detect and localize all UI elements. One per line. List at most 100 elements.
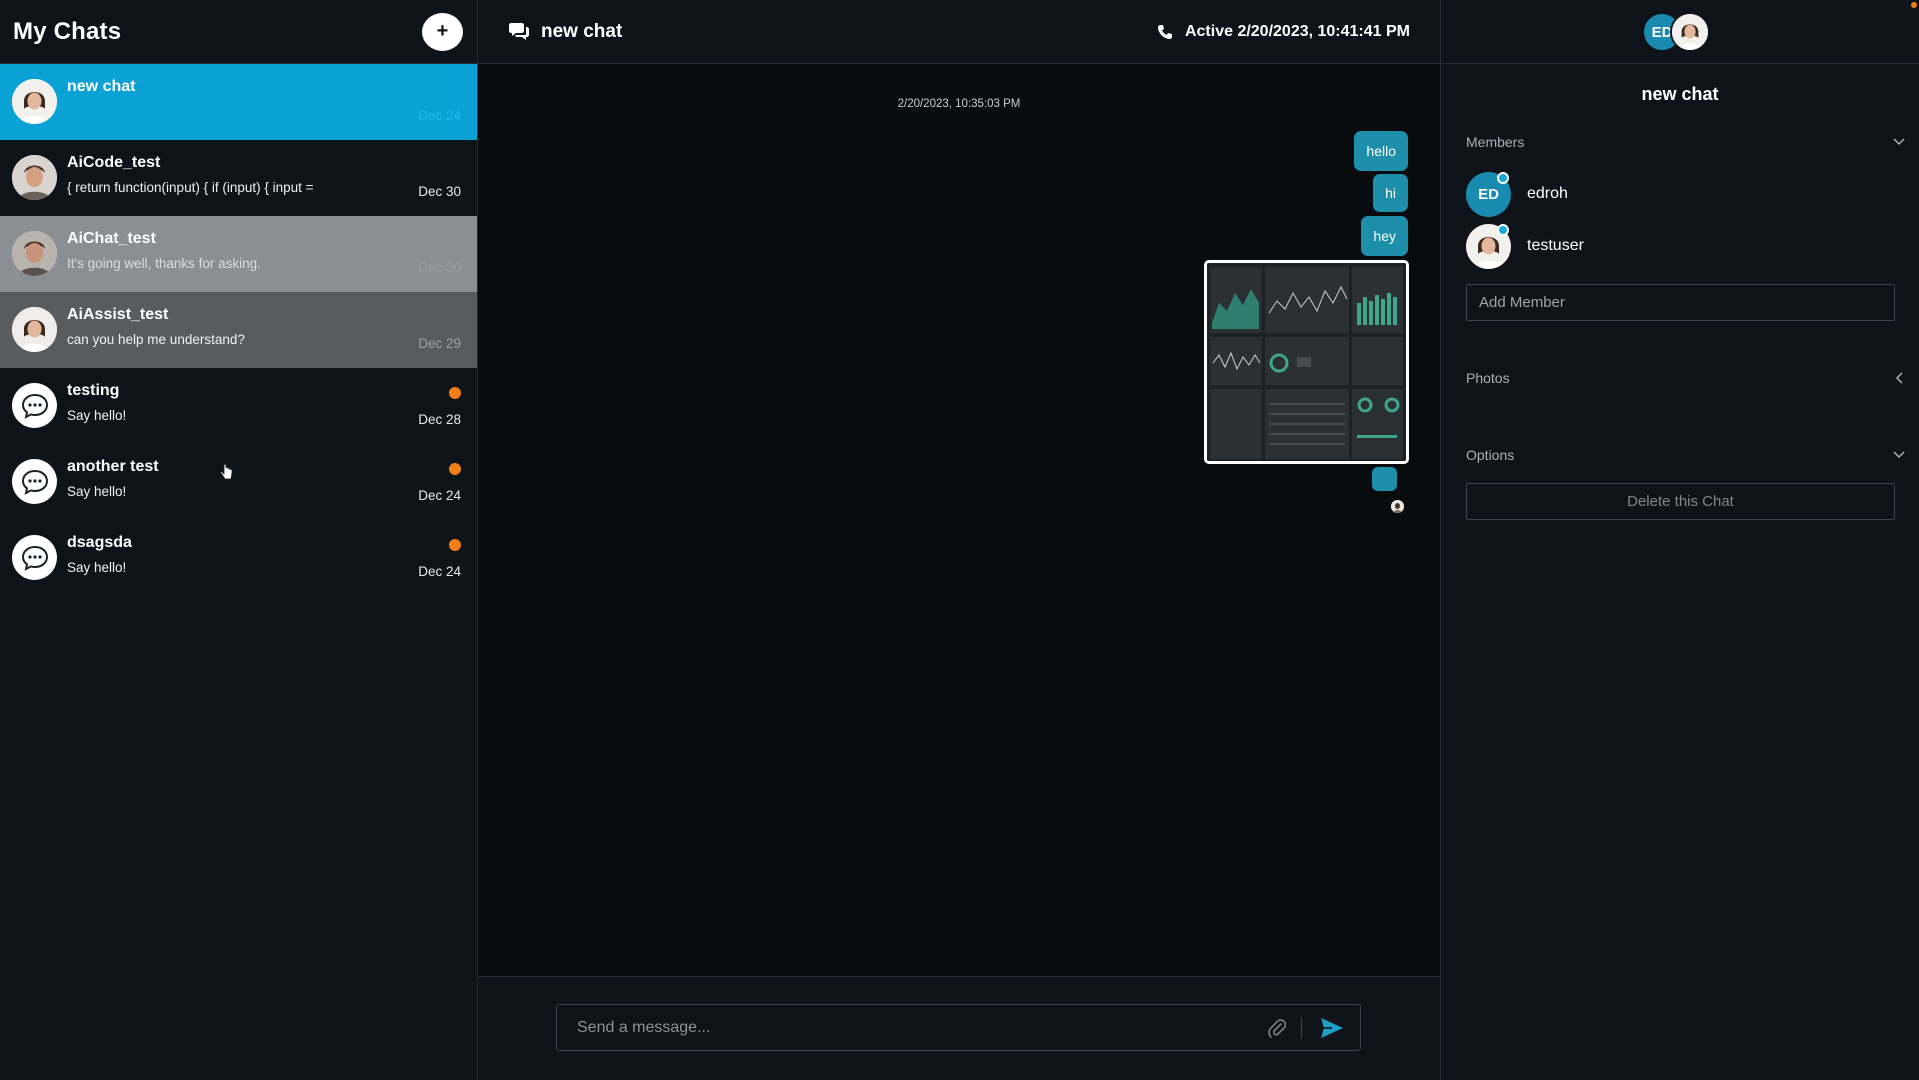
person-photo-icon <box>12 307 57 352</box>
new-chat-button[interactable]: + <box>422 12 463 51</box>
chat-date: Dec 30 <box>418 184 461 199</box>
send-icon[interactable] <box>1318 1014 1346 1042</box>
person-photo-icon <box>12 155 57 200</box>
conversation-title: new chat <box>541 20 623 42</box>
member-name: testuser <box>1527 237 1584 254</box>
chat-bubbles-icon <box>509 23 529 40</box>
chat-texts: AiCode_test { return function(input) { i… <box>67 152 461 195</box>
chat-details-panel: ED new chat Members ED edroh testuser Ad… <box>1440 0 1919 1080</box>
avatar <box>12 307 57 352</box>
avatar <box>12 459 57 504</box>
chevron-down-icon <box>1891 134 1907 150</box>
unread-indicator <box>449 463 461 475</box>
members-section-toggle[interactable]: Members <box>1466 132 1907 152</box>
unread-indicator <box>449 539 461 551</box>
avatar <box>1466 223 1511 269</box>
read-receipt-avatar <box>1391 500 1404 513</box>
chat-preview: Say hello! <box>67 408 127 423</box>
chat-name: AiChat_test <box>67 230 156 247</box>
chat-date: Dec 24 <box>418 488 461 503</box>
chat-date: Dec 30 <box>418 260 461 275</box>
chat-name: new chat <box>67 78 136 95</box>
phone-icon[interactable] <box>1157 24 1173 40</box>
chat-texts: testing Say hello! <box>67 380 461 423</box>
composer-divider <box>1301 1016 1302 1039</box>
active-status-text: Active 2/20/2023, 10:41:41 PM <box>1184 22 1410 40</box>
chat-date: Dec 24 <box>418 108 461 123</box>
chat-bubble-icon <box>21 545 48 571</box>
person-photo-icon <box>12 79 57 124</box>
photos-section-toggle[interactable]: Photos <box>1466 368 1907 388</box>
conversation-header: new chat Active 2/20/2023, 10:41:41 PM <box>478 0 1440 64</box>
notification-dot <box>1911 2 1917 8</box>
chat-name: testing <box>67 382 120 399</box>
online-indicator <box>1497 223 1509 236</box>
chat-name: AiAssist_test <box>67 306 169 323</box>
chat-preview: { return function(input) { if (input) { … <box>67 180 314 195</box>
person-photo-icon <box>1672 14 1708 50</box>
chat-list-item-aicode-test[interactable]: AiCode_test { return function(input) { i… <box>0 140 477 216</box>
message-bubble[interactable]: hey <box>1361 216 1408 256</box>
chat-texts: AiChat_test It's going well, thanks for … <box>67 228 461 271</box>
chat-bubble-icon <box>21 393 48 419</box>
chat-name: AiCode_test <box>67 154 161 171</box>
avatar <box>12 535 57 580</box>
chat-app: My Chats + new chat Dec 24 AiCode_test {… <box>0 0 1919 1080</box>
chat-texts: new chat <box>67 76 461 104</box>
avatar: ED <box>1466 171 1511 217</box>
chat-texts: another test Say hello! <box>67 456 461 499</box>
options-label: Options <box>1466 447 1515 463</box>
person-photo-icon <box>12 231 57 276</box>
chat-texts: dsagsda Say hello! <box>67 532 461 575</box>
chat-list-item-new-chat[interactable]: new chat Dec 24 <box>0 64 477 140</box>
chat-list-item-dsagsda[interactable]: dsagsda Say hello! Dec 24 <box>0 520 477 596</box>
message-bubble[interactable]: hello <box>1354 131 1408 171</box>
chat-list-item-testing[interactable]: testing Say hello! Dec 28 <box>0 368 477 444</box>
details-title: new chat <box>1641 84 1719 104</box>
chat-list-item-aichat-test[interactable]: AiChat_test It's going well, thanks for … <box>0 216 477 480</box>
chat-texts: AiAssist_test can you help me understand… <box>67 304 461 347</box>
member-row-edroh[interactable]: ED edroh <box>1466 171 1568 217</box>
chevron-down-icon <box>1891 447 1907 463</box>
unread-indicator <box>449 387 461 399</box>
member-initials: ED <box>1478 185 1499 203</box>
member-row-testuser[interactable]: testuser <box>1466 223 1584 269</box>
avatar <box>12 231 57 276</box>
chevron-left-icon <box>1891 370 1907 386</box>
message-list: 2/20/2023, 10:35:03 PM hello hi hey <box>478 64 1440 976</box>
message-composer <box>478 976 1440 1080</box>
online-indicator <box>1497 171 1509 184</box>
dashboard-screenshot-thumbnail <box>1207 263 1406 461</box>
chat-date: Dec 29 <box>418 336 461 351</box>
chat-list-sidebar: My Chats + new chat Dec 24 AiCode_test {… <box>0 0 478 1080</box>
message-bubble[interactable] <box>1372 467 1397 491</box>
chat-bubble-icon <box>21 469 48 495</box>
conversation-title-wrap: new chat <box>509 21 622 43</box>
chat-list-item-aiassist-test[interactable]: AiAssist_test can you help me understand… <box>0 292 477 368</box>
person-photo-icon <box>1391 500 1404 513</box>
avatar <box>12 79 57 124</box>
member-avatar-stack: ED <box>1642 12 1712 52</box>
members-label: Members <box>1466 134 1525 150</box>
chat-preview: can you help me understand? <box>67 332 245 347</box>
message-bubble[interactable]: hi <box>1373 174 1408 212</box>
chat-list-item-another-test[interactable]: another test Say hello! Dec 24 <box>0 444 477 520</box>
image-message[interactable] <box>1204 260 1409 464</box>
chat-preview: Say hello! <box>67 484 127 499</box>
message-timestamp: 2/20/2023, 10:35:03 PM <box>897 98 1021 110</box>
conversation-panel: new chat Active 2/20/2023, 10:41:41 PM 2… <box>478 0 1440 1080</box>
message-input[interactable] <box>577 1018 1265 1037</box>
chat-preview: It's going well, thanks for asking. <box>67 256 261 271</box>
member-name: edroh <box>1527 185 1568 202</box>
presence-status: Active 2/20/2023, 10:41:41 PM <box>1157 23 1410 41</box>
delete-chat-button[interactable]: Delete this Chat <box>1466 483 1895 520</box>
paperclip-icon[interactable] <box>1265 1016 1289 1040</box>
details-header: ED <box>1441 0 1919 64</box>
chat-name: dsagsda <box>67 534 132 551</box>
add-member-input[interactable] <box>1466 284 1895 321</box>
avatar <box>12 383 57 428</box>
chat-name: another test <box>67 458 159 475</box>
chat-date: Dec 28 <box>418 412 461 427</box>
composer-box <box>556 1004 1361 1051</box>
options-section-toggle[interactable]: Options <box>1466 445 1907 465</box>
